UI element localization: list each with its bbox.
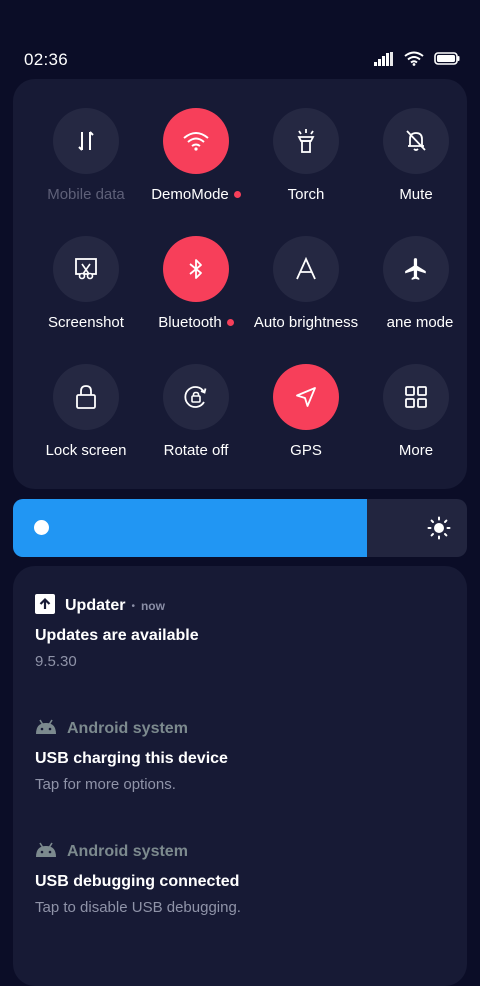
tile-demomode[interactable]: DemoMode bbox=[141, 108, 251, 218]
navigation-icon bbox=[273, 364, 339, 430]
tile-airplane-mode[interactable]: ane mode bbox=[361, 236, 471, 346]
tile-label: GPS bbox=[290, 442, 322, 459]
tile-mobile-data[interactable]: Mobile data bbox=[31, 108, 141, 218]
airplane-icon bbox=[383, 236, 449, 302]
tile-label: Mobile data bbox=[47, 186, 125, 203]
notification-title: Updates are available bbox=[35, 627, 199, 644]
notification-app-name: Updater bbox=[65, 597, 126, 614]
notification-separator: • bbox=[131, 600, 135, 612]
sun-icon[interactable] bbox=[427, 516, 451, 545]
rotate-lock-icon bbox=[163, 364, 229, 430]
notification-usb-debugging[interactable]: Android system USB debugging connected T… bbox=[35, 840, 455, 916]
notification-time: now bbox=[140, 599, 165, 613]
screenshot-icon bbox=[53, 236, 119, 302]
auto-brightness-icon bbox=[273, 236, 339, 302]
tile-label: Mute bbox=[399, 186, 433, 203]
tile-label: Rotate off bbox=[163, 442, 229, 459]
quick-settings-panel: Mobile data DemoMode Torch Mute Screensh… bbox=[13, 79, 467, 489]
grid-icon bbox=[383, 364, 449, 430]
notification-header: Updater • now bbox=[35, 593, 455, 619]
tile-label: ane mode bbox=[386, 314, 454, 331]
brightness-thumb[interactable] bbox=[34, 520, 49, 535]
notification-panel: Updater • now Updates are available 9.5.… bbox=[13, 566, 467, 986]
tile-label: Screenshot bbox=[48, 314, 124, 331]
brightness-fill bbox=[13, 499, 368, 557]
notification-header: Android system bbox=[35, 717, 455, 741]
upload-icon bbox=[35, 593, 55, 619]
tile-gps[interactable]: GPS bbox=[251, 364, 361, 474]
tile-auto-brightness[interactable]: Auto brightness bbox=[251, 236, 361, 346]
tile-mute[interactable]: Mute bbox=[361, 108, 471, 218]
notification-body: Tap for more options. bbox=[35, 776, 176, 793]
brightness-slider[interactable] bbox=[13, 499, 467, 557]
wifi-icon bbox=[163, 108, 229, 174]
bluetooth-icon bbox=[163, 236, 229, 302]
notification-usb-charging[interactable]: Android system USB charging this device … bbox=[35, 717, 455, 793]
active-dot bbox=[233, 190, 241, 198]
mobile-data-icon bbox=[53, 108, 119, 174]
notification-body: 9.5.30 bbox=[35, 653, 77, 670]
tile-label: DemoMode bbox=[135, 186, 257, 203]
clock: 02:36 bbox=[24, 50, 69, 69]
status-icons bbox=[374, 51, 460, 71]
wifi-icon bbox=[404, 51, 424, 71]
notification-title: USB charging this device bbox=[35, 750, 228, 767]
tile-label: Lock screen bbox=[45, 442, 127, 459]
notification-body: Tap to disable USB debugging. bbox=[35, 899, 241, 916]
signal-icon bbox=[374, 51, 394, 71]
notification-title: USB debugging connected bbox=[35, 873, 240, 890]
tile-lock-screen[interactable]: Lock screen bbox=[31, 364, 141, 474]
notification-app-name: Android system bbox=[67, 720, 188, 737]
tile-label: Torch bbox=[287, 186, 325, 203]
tile-screenshot[interactable]: Screenshot bbox=[31, 236, 141, 346]
tile-more[interactable]: More bbox=[361, 364, 471, 474]
android-icon bbox=[35, 842, 57, 863]
tile-rotate[interactable]: Rotate off bbox=[141, 364, 251, 474]
android-icon bbox=[35, 719, 57, 740]
notification-header: Android system bbox=[35, 840, 455, 864]
tile-label: More bbox=[398, 442, 434, 459]
notification-app-name: Android system bbox=[67, 843, 188, 860]
bell-off-icon bbox=[383, 108, 449, 174]
battery-icon bbox=[434, 52, 460, 70]
tile-torch[interactable]: Torch bbox=[251, 108, 361, 218]
lock-icon bbox=[53, 364, 119, 430]
flashlight-icon bbox=[273, 108, 339, 174]
notification-updater[interactable]: Updater • now Updates are available 9.5.… bbox=[35, 593, 455, 670]
